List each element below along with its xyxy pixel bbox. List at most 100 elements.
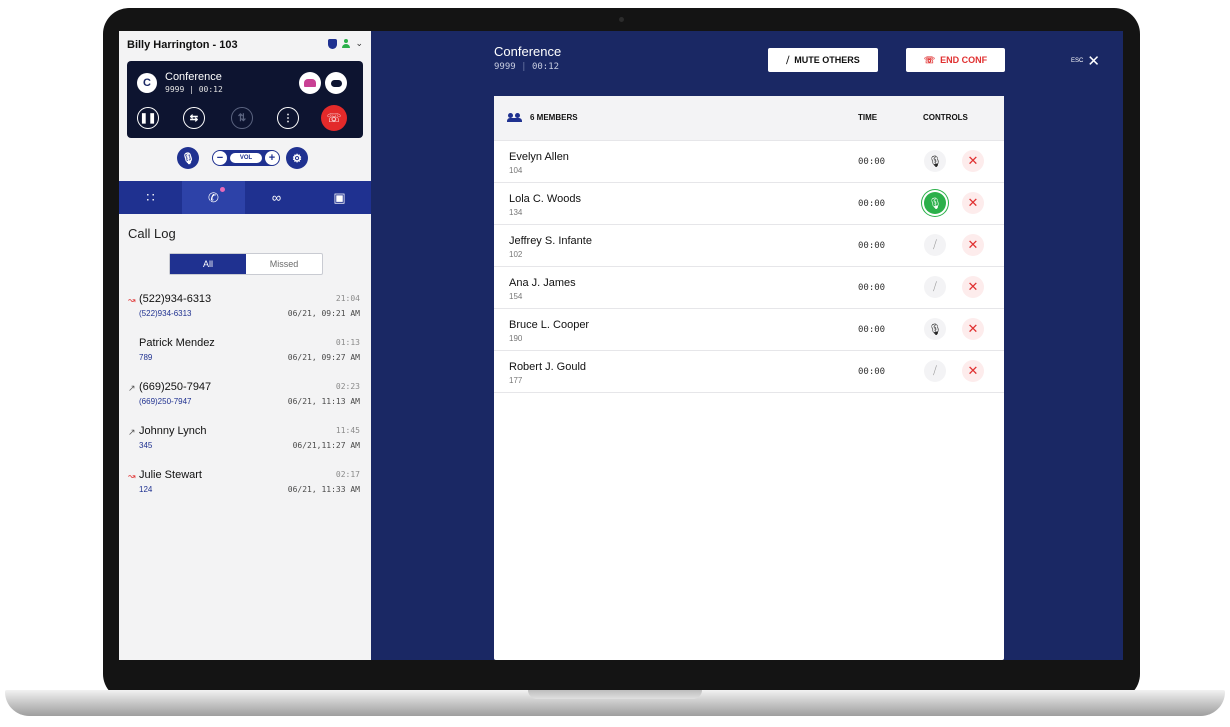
member-time: 00:00 [858,325,886,335]
member-extension: 177 [509,376,523,385]
table-row: Bruce L. Cooper 190 00:00 🎙 ✕ [494,309,1004,351]
remove-member-icon[interactable]: ✕ [962,150,984,172]
volume-down-icon[interactable]: − [213,151,227,165]
member-name: Robert J. Gould [509,361,587,373]
member-time: 00:00 [858,367,886,377]
pause-icon[interactable]: ❚❚ [137,107,159,129]
conference-title: Conference [494,44,562,59]
call-log-name: Patrick Mendez [139,337,215,349]
filter-missed-tab[interactable]: Missed [246,254,322,274]
remove-member-icon[interactable]: ✕ [962,318,984,340]
user-bar: Billy Harrington - 103 ⌄ [127,38,363,53]
voicemail-icon[interactable]: ∞ [245,181,308,214]
members-header: 6 MEMBERS TIME CONTROLS [494,96,1004,141]
member-name: Ana J. James [509,277,576,289]
contacts-icon[interactable]: ▣ [308,181,371,214]
member-name: Evelyn Allen [509,151,569,163]
remove-member-icon[interactable]: ✕ [962,192,984,214]
shield-icon [328,38,338,49]
chevron-down-icon[interactable]: ⌄ [355,38,363,49]
column-time: TIME [858,113,878,122]
microphone-icon[interactable]: 🎙 [924,150,946,172]
conference-number: 9999 [494,62,516,72]
call-log-name: Johnny Lynch [139,425,207,437]
close-icon: ✕ [1087,53,1100,70]
members-icon [507,113,522,122]
member-name: Jeffrey S. Infante [509,235,592,247]
conference-icon[interactable] [299,72,321,94]
keypad-icon[interactable]: ∷ [119,181,182,214]
end-conference-button[interactable]: ☏ END CONF [906,48,1005,72]
keypad-toggle-icon[interactable] [325,72,347,94]
microphone-icon[interactable]: 🎙 [177,147,199,169]
transfer-icon[interactable]: ⇆ [183,107,205,129]
list-item[interactable]: Patrick Mendez 789 01:13 06/21, 09:27 AM [128,337,360,381]
filter-all-tab[interactable]: All [170,254,246,274]
status-icons[interactable]: ⌄ [328,38,363,49]
main-nav: ∷ ✆ ∞ ▣ [119,181,371,214]
list-item[interactable]: ↗ (669)250-7947 (669)250-7947 02:23 06/2… [128,381,360,425]
call-log-list: ↝ (522)934-6313 (522)934-6313 21:04 06/2… [128,293,360,513]
remove-member-icon[interactable]: ✕ [962,234,984,256]
member-extension: 190 [509,334,523,343]
microphone-icon[interactable]: 🎙 [924,192,946,214]
member-extension: 134 [509,208,523,217]
hangup-button[interactable]: ☏ [321,105,347,131]
laptop-camera [619,17,624,22]
call-log-title: Call Log [128,226,176,241]
table-row: Jeffrey S. Infante 102 00:00 ⧸ ✕ [494,225,1004,267]
call-log-datetime: 06/21, 09:21 AM [287,309,360,318]
call-log-number: (522)934-6313 [139,309,192,318]
missed-call-icon: ↝ [128,471,136,481]
table-row: Robert J. Gould 177 00:00 ⧸ ✕ [494,351,1004,393]
mute-others-label: MUTE OTHERS [794,55,860,65]
microphone-muted-icon[interactable]: ⧸ [924,234,946,256]
remove-member-icon[interactable]: ✕ [962,360,984,382]
call-log-duration: 11:45 [335,426,360,435]
list-item[interactable]: ↗ Johnny Lynch 345 11:45 06/21,11:27 AM [128,425,360,469]
mute-icon: ⧸ [786,54,790,65]
member-time: 00:00 [858,283,886,293]
column-controls: CONTROLS [923,113,968,122]
table-row: Evelyn Allen 104 00:00 🎙 ✕ [494,141,1004,183]
call-log-number: 789 [139,353,153,362]
call-number-timer: 9999 | 00:12 [165,85,223,94]
merge-icon[interactable]: ⇅ [231,107,253,129]
member-name: Bruce L. Cooper [509,319,590,331]
call-log-datetime: 06/21, 09:27 AM [287,353,360,362]
list-item[interactable]: ↝ Julie Stewart 124 02:17 06/21, 11:33 A… [128,469,360,513]
volume-label: VOL [230,153,262,163]
gear-icon[interactable]: ⚙ [286,147,308,169]
presence-icon [341,38,351,49]
close-button[interactable]: ESC ✕ [1071,52,1100,70]
laptop-notch [528,690,702,699]
missed-call-icon: ↝ [128,295,136,305]
list-item[interactable]: ↝ (522)934-6313 (522)934-6313 21:04 06/2… [128,293,360,337]
volume-control[interactable]: − VOL + [212,150,280,166]
microphone-muted-icon[interactable]: ⧸ [924,360,946,382]
table-row: Ana J. James 154 00:00 ⧸ ✕ [494,267,1004,309]
call-log-name: (669)250-7947 [139,381,212,393]
members-panel: 6 MEMBERS TIME CONTROLS Evelyn Allen 104… [494,96,1004,660]
member-extension: 154 [509,292,523,301]
call-title: Conference [165,71,222,83]
call-log-duration: 02:23 [335,382,360,391]
more-options-icon[interactable]: ⋮ [277,107,299,129]
member-extension: 102 [509,250,523,259]
volume-up-icon[interactable]: + [265,151,279,165]
member-time: 00:00 [858,241,886,251]
call-history-icon[interactable]: ✆ [182,181,245,214]
active-call-card: C Conference 9999 | 00:12 ❚❚ ⇆ ⇅ ⋮ ☏ [127,61,363,138]
remove-member-icon[interactable]: ✕ [962,276,984,298]
microphone-icon[interactable]: 🎙 [924,318,946,340]
call-log-name: Julie Stewart [139,469,202,481]
hangup-icon: ☏ [923,54,936,65]
call-log-duration: 02:17 [335,470,360,479]
mute-others-button[interactable]: ⧸ MUTE OTHERS [768,48,878,72]
member-name: Lola C. Woods [509,193,581,205]
table-row: Lola C. Woods 134 00:00 🎙 ✕ [494,183,1004,225]
call-log-number: (669)250-7947 [139,397,192,406]
microphone-muted-icon[interactable]: ⧸ [924,276,946,298]
outgoing-call-icon: ↗ [128,383,136,393]
member-time: 00:00 [858,199,886,209]
